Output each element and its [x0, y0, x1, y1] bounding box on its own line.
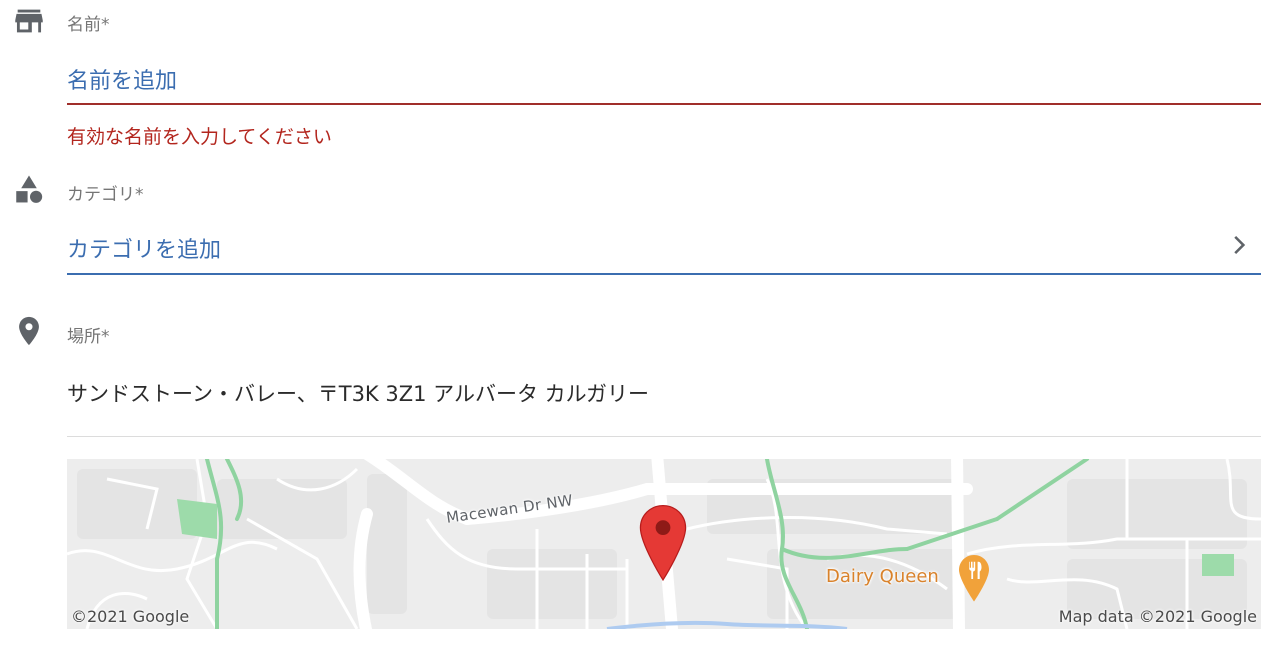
name-label: 名前* [67, 15, 110, 35]
map-copyright-right[interactable]: Map data ©2021 Google [1059, 607, 1257, 626]
name-underline [67, 103, 1261, 105]
place-form: 名前* 有効な名前を入力してください カテゴリ* 場所* サンドストーン・バレー… [0, 0, 1280, 670]
category-underline [67, 273, 1261, 275]
category-input[interactable] [67, 232, 1217, 268]
category-shapes-icon [16, 175, 43, 203]
map-preview[interactable]: Macewan Dr NW Dairy Queen ©2021 Google M… [67, 459, 1261, 629]
chevron-right-icon[interactable] [1226, 232, 1252, 258]
location-label: 場所* [67, 327, 110, 347]
map-copyright-left: ©2021 Google [71, 607, 190, 626]
location-pin-icon [19, 316, 39, 346]
location-divider [67, 436, 1261, 437]
store-icon [15, 9, 43, 33]
name-input[interactable] [67, 63, 1261, 99]
category-label: カテゴリ* [67, 185, 144, 205]
restaurant-icon[interactable] [959, 555, 989, 603]
map-marker-icon[interactable] [638, 504, 688, 582]
map-poi-label[interactable]: Dairy Queen [826, 566, 939, 587]
location-address[interactable]: サンドストーン・バレー、〒T3K 3Z1 アルバータ カルガリー [67, 378, 649, 408]
name-error-message: 有効な名前を入力してください [67, 126, 332, 148]
